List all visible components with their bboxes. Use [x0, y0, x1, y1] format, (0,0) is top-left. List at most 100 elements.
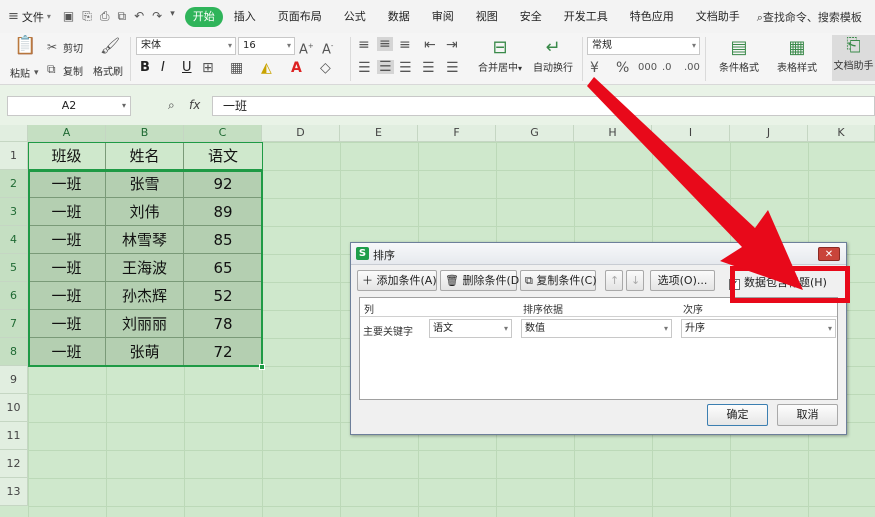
- font-decrease-icon[interactable]: A-: [322, 39, 333, 57]
- print-icon[interactable]: ⎙: [100, 9, 110, 24]
- undo-icon[interactable]: ↶: [134, 9, 144, 24]
- command-search[interactable]: ⌕查找命令、搜索模板: [757, 9, 862, 25]
- column-header-f[interactable]: F: [418, 125, 496, 142]
- justify-icon[interactable]: ☰: [422, 61, 435, 75]
- table-cell[interactable]: 92: [184, 170, 263, 198]
- select-all-corner[interactable]: [0, 125, 28, 142]
- table-cell[interactable]: 刘丽丽: [106, 310, 184, 338]
- row-header-13[interactable]: 13: [0, 478, 28, 506]
- name-box[interactable]: A2 ▾: [7, 96, 131, 116]
- tab-security[interactable]: 安全: [509, 7, 553, 27]
- cell-style-icon[interactable]: ▦: [230, 61, 243, 75]
- column-header-a[interactable]: A: [28, 125, 106, 142]
- has-header-checkbox[interactable]: ✓ 数据包含标题(H): [729, 274, 827, 290]
- export-icon[interactable]: ⎘: [82, 9, 92, 24]
- percent-icon[interactable]: %: [616, 61, 629, 75]
- align-top-icon[interactable]: ≡: [358, 38, 370, 52]
- order-select[interactable]: 升序 ▾: [681, 319, 836, 338]
- fill-color-icon[interactable]: ◭: [261, 61, 272, 75]
- increase-decimal-icon[interactable]: .0: [662, 61, 672, 75]
- align-bottom-icon[interactable]: ≡: [399, 38, 411, 52]
- save-icon[interactable]: ▣: [63, 9, 74, 24]
- row-header-6[interactable]: 6: [0, 282, 28, 310]
- italic-button[interactable]: I: [161, 61, 165, 75]
- delete-condition-button[interactable]: 🗑 删除条件(D): [440, 270, 524, 291]
- preview-icon[interactable]: ⧉: [117, 9, 126, 24]
- row-header-5[interactable]: 5: [0, 254, 28, 282]
- thousands-icon[interactable]: 000: [638, 61, 657, 75]
- copy-button[interactable]: 复制: [63, 63, 83, 78]
- border-icon[interactable]: ⊞: [202, 61, 214, 75]
- wrap-text-button[interactable]: ↵ 自动换行: [527, 37, 579, 74]
- doc-helper-button[interactable]: ⎗ 文档助手: [832, 35, 875, 81]
- dialog-titlebar[interactable]: S 排序 ✕: [351, 243, 846, 265]
- conditional-format-button[interactable]: ▤ 条件格式: [710, 37, 768, 74]
- clear-format-icon[interactable]: ◇: [320, 61, 331, 75]
- font-size-select[interactable]: 16 ▾: [238, 37, 295, 55]
- zoom-icon[interactable]: ⌕: [168, 98, 175, 113]
- merge-center-button[interactable]: ⊟ 合并居中▾: [470, 37, 530, 74]
- indent-decrease-icon[interactable]: ⇤: [424, 38, 436, 52]
- row-header-8[interactable]: 8: [0, 338, 28, 366]
- options-button[interactable]: 选项(O)...: [650, 270, 715, 291]
- fill-handle[interactable]: [259, 364, 265, 370]
- font-color-icon[interactable]: A: [291, 61, 302, 75]
- font-increase-icon[interactable]: A+: [299, 39, 314, 57]
- file-menu[interactable]: ≡ 文件 ▾: [0, 9, 51, 25]
- currency-icon[interactable]: ¥: [590, 61, 599, 75]
- format-painter-button[interactable]: 格式刷: [93, 63, 123, 78]
- table-cell[interactable]: 刘伟: [106, 198, 184, 226]
- tab-formulas[interactable]: 公式: [333, 7, 377, 27]
- row-header-2[interactable]: 2: [0, 170, 28, 198]
- copy-condition-button[interactable]: ⧉ 复制条件(C): [520, 270, 597, 291]
- column-header-b[interactable]: B: [106, 125, 184, 142]
- row-header-1[interactable]: 1: [0, 142, 28, 170]
- copy-icon[interactable]: ⧉: [47, 62, 56, 76]
- scissors-icon[interactable]: ✂: [47, 40, 57, 54]
- column-header-e[interactable]: E: [340, 125, 418, 142]
- tab-page-layout[interactable]: 页面布局: [267, 7, 333, 27]
- table-cell[interactable]: 张雪: [106, 170, 184, 198]
- row-header-4[interactable]: 4: [0, 226, 28, 254]
- row-header-12[interactable]: 12: [0, 450, 28, 478]
- table-cell[interactable]: 张萌: [106, 338, 184, 366]
- column-header-d[interactable]: D: [262, 125, 340, 142]
- distribute-icon[interactable]: ☰: [446, 61, 459, 75]
- formula-input[interactable]: 一班: [212, 96, 875, 116]
- table-cell[interactable]: 89: [184, 198, 263, 226]
- table-cell[interactable]: 85: [184, 226, 263, 254]
- fx-button[interactable]: fx: [189, 98, 200, 112]
- column-header-c[interactable]: C: [184, 125, 262, 142]
- format-painter-icon[interactable]: 🖌: [100, 38, 120, 54]
- tab-data[interactable]: 数据: [377, 7, 421, 27]
- table-cell[interactable]: 一班: [28, 254, 106, 282]
- decrease-decimal-icon[interactable]: .00: [684, 61, 700, 75]
- header-cell[interactable]: 语文: [184, 142, 263, 170]
- ok-button[interactable]: 确定: [707, 404, 768, 426]
- add-condition-button[interactable]: ＋ 添加条件(A): [357, 270, 437, 291]
- column-header-h[interactable]: H: [574, 125, 652, 142]
- sort-key-select[interactable]: 语文 ▾: [429, 319, 512, 338]
- header-cell[interactable]: 姓名: [106, 142, 184, 170]
- column-header-i[interactable]: I: [652, 125, 730, 142]
- cancel-button[interactable]: 取消: [777, 404, 838, 426]
- tab-developer[interactable]: 开发工具: [553, 7, 619, 27]
- table-cell[interactable]: 78: [184, 310, 263, 338]
- header-cell[interactable]: 班级: [28, 142, 106, 170]
- table-cell[interactable]: 一班: [28, 226, 106, 254]
- row-header-3[interactable]: 3: [0, 198, 28, 226]
- customize-icon[interactable]: ▾: [170, 9, 175, 24]
- tab-home[interactable]: 开始: [184, 6, 223, 27]
- column-header-j[interactable]: J: [730, 125, 808, 142]
- table-cell[interactable]: 一班: [28, 198, 106, 226]
- column-header-g[interactable]: G: [496, 125, 574, 142]
- tab-doc-helper[interactable]: 文档助手: [685, 7, 751, 27]
- cut-button[interactable]: 剪切: [63, 40, 83, 55]
- table-cell[interactable]: 65: [184, 254, 263, 282]
- row-header-7[interactable]: 7: [0, 310, 28, 338]
- table-cell[interactable]: 一班: [28, 310, 106, 338]
- row-header-11[interactable]: 11: [0, 422, 28, 450]
- indent-increase-icon[interactable]: ⇥: [446, 38, 458, 52]
- paste-icon[interactable]: 📋: [14, 37, 36, 55]
- tab-view[interactable]: 视图: [465, 7, 509, 27]
